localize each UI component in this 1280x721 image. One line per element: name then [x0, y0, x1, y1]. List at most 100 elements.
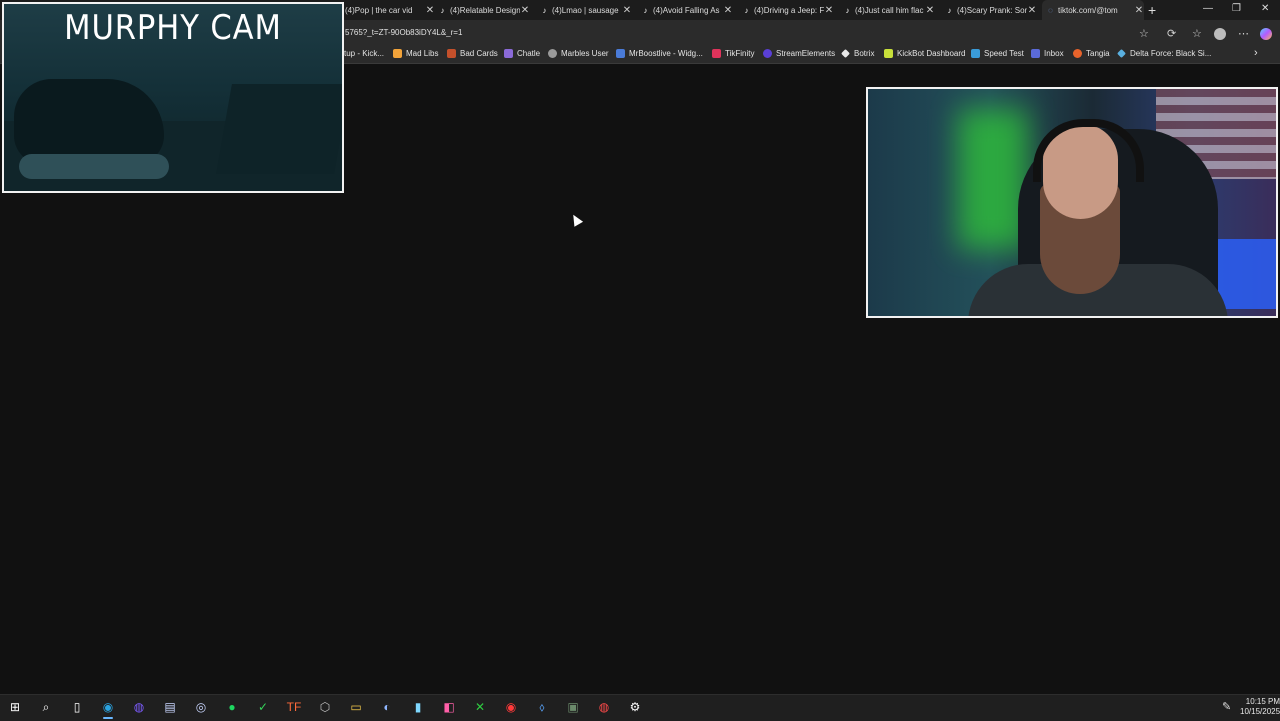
bookmark-label: Speed Test — [984, 49, 1024, 58]
bookmark-item[interactable]: Botrix — [841, 49, 874, 58]
close-icon[interactable]: ✕ — [824, 5, 834, 16]
notepad-icon[interactable]: ▮ — [409, 698, 427, 716]
bookmark-item[interactable]: TikFinity — [712, 49, 754, 58]
madlibs-icon — [393, 49, 402, 58]
tab-title: (4)Pop | the car vid — [345, 5, 413, 15]
start-icon[interactable]: ⊞ — [6, 698, 24, 716]
bookmark-item[interactable]: Inbox — [1031, 49, 1064, 58]
close-icon[interactable]: ✕ — [425, 5, 435, 16]
bookmark-item[interactable]: Chatle — [504, 49, 540, 58]
mrboostlive-icon — [616, 49, 625, 58]
app8-icon[interactable]: ⬨ — [533, 698, 551, 716]
browser-tab[interactable]: (4)Pop | the car vid ✕ — [345, 0, 435, 20]
bookmark-label: StreamElements — [776, 49, 836, 58]
badcards-icon — [447, 49, 456, 58]
obs-icon[interactable]: ⬡ — [316, 698, 334, 716]
chatle-icon — [504, 49, 513, 58]
app7-icon[interactable]: ◉ — [502, 698, 520, 716]
botrix-icon — [841, 49, 850, 58]
bookmark-item[interactable]: tup - Kick... — [344, 49, 384, 58]
browser-tab[interactable]: ♪ (4)Relatable Design ✕ — [438, 0, 530, 20]
tab-title: (4)Avoid Falling As — [653, 5, 720, 15]
clock-time: 10:15 PM — [1245, 697, 1280, 706]
browser-tab[interactable]: ♪ (4)Scary Prank: Son ✕ — [945, 0, 1037, 20]
close-icon[interactable]: ✕ — [1134, 5, 1144, 16]
tab-title: (4)Scary Prank: Son — [957, 5, 1027, 15]
bookmark-label: MrBoostlive - Widg... — [629, 49, 703, 58]
favorites-icon[interactable]: ☆ — [1192, 27, 1202, 40]
app4-icon[interactable]: TF — [285, 698, 303, 716]
edge-icon[interactable]: ◉ — [99, 698, 117, 719]
bookmark-label: Botrix — [854, 49, 875, 58]
cam-shadow — [216, 84, 342, 174]
bookmark-label: Chatle — [517, 49, 541, 58]
app5-icon[interactable]: ◐ — [378, 698, 396, 716]
bookmark-item[interactable]: Delta Force: Black Si... — [1117, 49, 1211, 58]
tikfinity-icon — [712, 49, 721, 58]
close-icon[interactable]: ✕ — [925, 5, 935, 16]
search-icon[interactable]: ⌕ — [37, 698, 55, 716]
bookmark-item[interactable]: Mad Libs — [393, 49, 438, 58]
bookmark-label: Delta Force: Black Si... — [1130, 49, 1212, 58]
bookmark-item[interactable]: Bad Cards — [447, 49, 498, 58]
settings-icon[interactable]: ⚙ — [626, 698, 644, 716]
browser-tab-active[interactable]: ◌ tiktok.com/@tom ✕ — [1042, 0, 1144, 20]
close-icon[interactable]: ✕ — [622, 5, 632, 16]
chevron-right-icon[interactable]: › — [1254, 47, 1258, 59]
speedtest-icon — [971, 49, 980, 58]
address-bar[interactable]: 5765?_t=ZT-90Ob83iDY4L&_r=1 — [345, 28, 462, 37]
bookmark-item[interactable]: KickBot Dashboard — [884, 49, 965, 58]
browser-tab[interactable]: ♪ (4)Avoid Falling As ✕ — [641, 0, 733, 20]
tiktok-icon: ♪ — [845, 5, 850, 15]
tiktok-icon: ♪ — [744, 5, 749, 15]
streamelements-icon — [763, 49, 772, 58]
spotify-icon[interactable]: ● — [223, 698, 241, 716]
refresh-icon[interactable]: ⟳ — [1167, 27, 1176, 40]
inbox-icon — [1031, 49, 1040, 58]
browser-tab[interactable]: ♪ (4)Lmao | sausage ✕ — [540, 0, 632, 20]
app2-icon[interactable]: ◎ — [192, 698, 210, 716]
browser-tab[interactable]: ♪ (4)Just call him flac ✕ — [843, 0, 935, 20]
globe-icon — [548, 49, 557, 58]
app6-icon[interactable]: ◧ — [440, 698, 458, 716]
bookmark-item[interactable]: Speed Test — [971, 49, 1024, 58]
murphy-cam-title: MURPHY CAM — [64, 8, 282, 48]
copilot-icon[interactable] — [1260, 28, 1272, 40]
tiktok-icon: ♪ — [643, 5, 648, 15]
maximize-button[interactable]: ❐ — [1232, 3, 1241, 14]
app10-icon[interactable]: ◍ — [595, 698, 613, 716]
window-close-button[interactable]: ✕ — [1261, 3, 1269, 14]
bookmark-item[interactable]: MrBoostlive - Widg... — [616, 49, 703, 58]
app3-icon[interactable]: ✓ — [254, 698, 272, 716]
tiktok-icon: ♪ — [542, 5, 547, 15]
task-view-icon[interactable]: ▯ — [68, 698, 86, 716]
dog-bed — [19, 154, 169, 179]
close-icon[interactable]: ✕ — [723, 5, 733, 16]
blue-light — [1216, 239, 1276, 309]
webcam-overlay — [866, 87, 1278, 318]
bookmark-item[interactable]: Tangia — [1073, 49, 1110, 58]
xbox-icon[interactable]: ✕ — [471, 698, 489, 716]
new-tab-button[interactable]: + — [1148, 2, 1156, 18]
close-icon[interactable]: ✕ — [1027, 5, 1037, 16]
loading-icon: ◌ — [1048, 5, 1053, 15]
browser-tab[interactable]: ♪ (4)Driving a Jeep: F ✕ — [742, 0, 834, 20]
star-icon[interactable]: ☆ — [1139, 27, 1149, 40]
tab-title: tiktok.com/@tom — [1058, 5, 1118, 15]
system-clock[interactable]: 10:15 PM 10/15/2025 — [1240, 697, 1280, 717]
bookmark-label: Tangia — [1086, 49, 1110, 58]
pen-icon[interactable]: ✎ — [1222, 700, 1231, 713]
tab-title: (4)Relatable Design — [450, 5, 520, 15]
app1-icon[interactable]: ▤ — [161, 698, 179, 716]
more-icon[interactable]: ⋯ — [1238, 27, 1249, 40]
bookmark-item[interactable]: StreamElements — [763, 49, 835, 58]
files-icon[interactable]: ▭ — [347, 698, 365, 716]
close-icon[interactable]: ✕ — [520, 5, 530, 16]
profile-avatar[interactable] — [1214, 28, 1226, 40]
tangia-icon — [1073, 49, 1082, 58]
chrome-icon[interactable]: ◍ — [130, 698, 148, 716]
bookmark-label: KickBot Dashboard — [897, 49, 966, 58]
bookmark-item[interactable]: Marbles User — [548, 49, 609, 58]
app9-icon[interactable]: ▣ — [564, 698, 582, 716]
minimize-button[interactable]: — — [1203, 3, 1213, 14]
